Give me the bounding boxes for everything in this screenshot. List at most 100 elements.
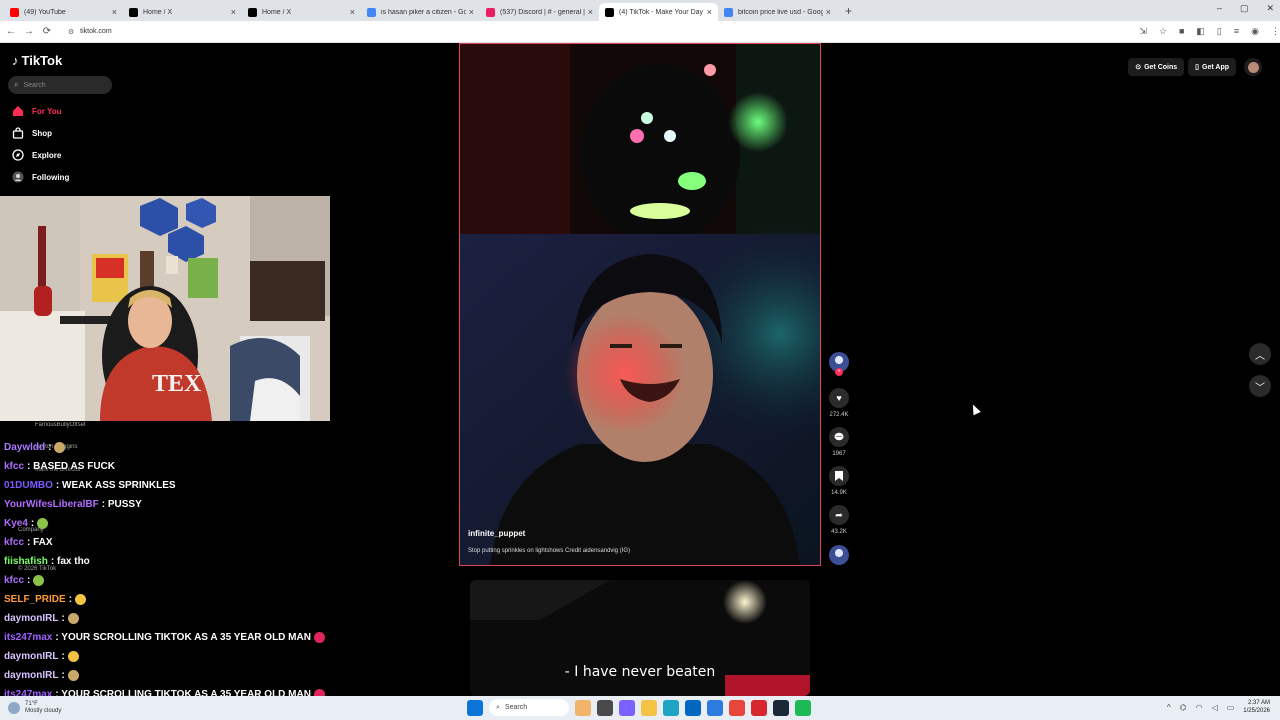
task-view-icon[interactable] <box>597 699 613 716</box>
windows-start-icon[interactable] <box>467 699 483 716</box>
nav-shop[interactable]: Shop <box>12 127 52 139</box>
widget-icon[interactable] <box>575 699 591 716</box>
tray-chevron-icon[interactable]: ^ <box>1167 703 1171 712</box>
close-window-icon[interactable]: ✕ <box>1266 3 1274 14</box>
chat-username[interactable]: its247max <box>4 632 52 643</box>
spotify-icon[interactable] <box>795 699 811 716</box>
new-tab-button[interactable]: + <box>845 4 852 18</box>
mail-icon[interactable] <box>707 699 723 716</box>
browser-tab[interactable]: Home / X × <box>242 3 361 21</box>
tab-close-icon[interactable]: × <box>350 7 355 17</box>
tab-close-icon[interactable]: × <box>826 7 831 17</box>
menu-dots-icon[interactable]: ⋮ <box>1271 26 1280 37</box>
sidebar-icon[interactable]: ▯ <box>1217 26 1222 37</box>
previous-video-button[interactable]: ︿ <box>1249 343 1271 365</box>
app-red-icon[interactable] <box>751 699 767 716</box>
chat-text: : <box>61 651 65 662</box>
comment-count: 1967 <box>832 451 846 457</box>
chat-username[interactable]: kfcc <box>4 537 24 548</box>
chevron-down-icon: ﹀ <box>1255 382 1265 394</box>
share-action[interactable]: ➦ 43.2K <box>828 505 850 535</box>
back-arrow-icon[interactable]: ← <box>2 26 20 37</box>
chat-text: : <box>30 518 35 529</box>
get-app-button[interactable]: ▯ Get App <box>1188 58 1236 76</box>
heart-icon[interactable]: ♥ <box>829 388 849 408</box>
extension-icon[interactable]: ■ <box>1179 26 1184 37</box>
comment-action[interactable]: 1967 <box>828 427 850 457</box>
chat-username[interactable]: Daywldd <box>4 442 45 453</box>
browser-tab[interactable]: (4) TikTok - Make Your Day × <box>599 3 718 21</box>
tab-close-icon[interactable]: × <box>588 7 593 17</box>
steam-icon[interactable] <box>773 699 789 716</box>
network-icon[interactable]: ⌬ <box>1180 703 1187 712</box>
weather-temp: 71°F <box>25 701 38 707</box>
site-info-icon[interactable]: ⚙ <box>68 28 74 36</box>
browser-tab[interactable]: (49) YouTube × <box>4 3 123 21</box>
install-icon[interactable]: ⇲ <box>1139 26 1147 37</box>
browser-tab[interactable]: (537) Discord | # - general | × <box>480 3 599 21</box>
music-disc-icon[interactable] <box>829 545 849 565</box>
like-action[interactable]: ♥ 272.4K <box>828 388 850 418</box>
save-action[interactable]: 14.9K <box>828 466 850 496</box>
forward-arrow-icon[interactable]: → <box>20 26 38 37</box>
next-video-preview[interactable]: - I have never beaten <box>470 580 810 696</box>
chat-username[interactable]: fiishafish <box>4 556 48 567</box>
browser-tab[interactable]: bitcoin price live usd - Google × <box>718 3 837 21</box>
bookmark-icon[interactable] <box>829 466 849 486</box>
video-player[interactable]: infinite_puppet Stop putting sprinkles o… <box>459 43 821 566</box>
file-explorer-icon[interactable] <box>641 699 657 716</box>
chat-username[interactable]: kfcc <box>4 575 24 586</box>
next-video-button[interactable]: ﹀ <box>1249 375 1271 397</box>
video-username[interactable]: infinite_puppet <box>468 529 525 538</box>
tab-close-icon[interactable]: × <box>112 7 117 17</box>
chat-username[interactable]: daymonIRL <box>4 651 58 662</box>
weather-widget[interactable]: 71°F Mostly cloudy <box>8 701 158 715</box>
tiktok-logo[interactable]: ♪ TikTok <box>12 53 62 68</box>
chat-username[interactable]: 01DUMBO <box>4 480 53 491</box>
store-icon[interactable] <box>685 699 701 716</box>
tab-close-icon[interactable]: × <box>469 7 474 17</box>
extensions-puzzle-icon[interactable]: ◧ <box>1196 26 1205 37</box>
tab-title: Home / X <box>143 8 173 16</box>
profile-avatar[interactable] <box>1244 58 1262 76</box>
volume-icon[interactable]: ◁ <box>1212 703 1218 712</box>
creator-avatar[interactable]: + <box>828 352 850 376</box>
copilot-icon[interactable] <box>619 699 635 716</box>
bookmark-star-icon[interactable]: ☆ <box>1159 26 1167 37</box>
chrome-icon[interactable] <box>729 699 745 716</box>
chat-username[interactable]: kfcc <box>4 461 24 472</box>
clock[interactable]: 2:37 AM 1/25/2026 <box>1243 699 1270 715</box>
comment-icon[interactable] <box>829 427 849 447</box>
browser-tab[interactable]: Home / X × <box>123 3 242 21</box>
minimize-icon[interactable]: – <box>1217 3 1222 14</box>
get-coins-button[interactable]: ⊙ Get Coins <box>1128 58 1185 76</box>
tab-close-icon[interactable]: × <box>231 7 236 17</box>
chat-username[interactable]: daymonIRL <box>4 670 58 681</box>
browser-tab[interactable]: is hasan piker a citizen - Googl× <box>361 3 480 21</box>
search-input[interactable]: ⌕ Search <box>8 76 112 94</box>
taskbar-search[interactable]: ⌕ Search <box>489 699 569 716</box>
mouse-cursor-icon <box>969 402 981 416</box>
media-icon[interactable]: ≡ <box>1234 26 1239 37</box>
chat-username[interactable]: SELF_PRIDE <box>4 594 66 605</box>
chat-username[interactable]: daymonIRL <box>4 613 58 624</box>
nav-for-you[interactable]: For You <box>12 105 61 117</box>
url-bar[interactable]: ⚙ tiktok.com <box>62 24 1089 40</box>
nav-following[interactable]: Following <box>12 171 69 183</box>
maximize-icon[interactable]: ▢ <box>1240 3 1249 14</box>
wifi-icon[interactable]: ◠ <box>1196 703 1203 712</box>
sound-disc[interactable] <box>828 545 850 565</box>
battery-icon[interactable]: ▭ <box>1227 703 1235 712</box>
reload-icon[interactable]: ⟳ <box>38 26 56 37</box>
creator-avatar-icon[interactable]: + <box>829 352 849 376</box>
follow-plus-icon[interactable]: + <box>835 368 843 376</box>
profile-icon[interactable]: ◉ <box>1251 26 1259 37</box>
tab-close-icon[interactable]: × <box>707 7 712 17</box>
nav-explore[interactable]: Explore <box>12 149 61 161</box>
edge-icon[interactable] <box>663 699 679 716</box>
chat-text: : <box>61 670 65 681</box>
chat-username[interactable]: YourWifesLiberalBF <box>4 499 99 510</box>
chat-username[interactable]: Kye4 <box>4 518 28 529</box>
tab-title: (4) TikTok - Make Your Day <box>619 8 704 16</box>
share-arrow-icon[interactable]: ➦ <box>829 505 849 525</box>
